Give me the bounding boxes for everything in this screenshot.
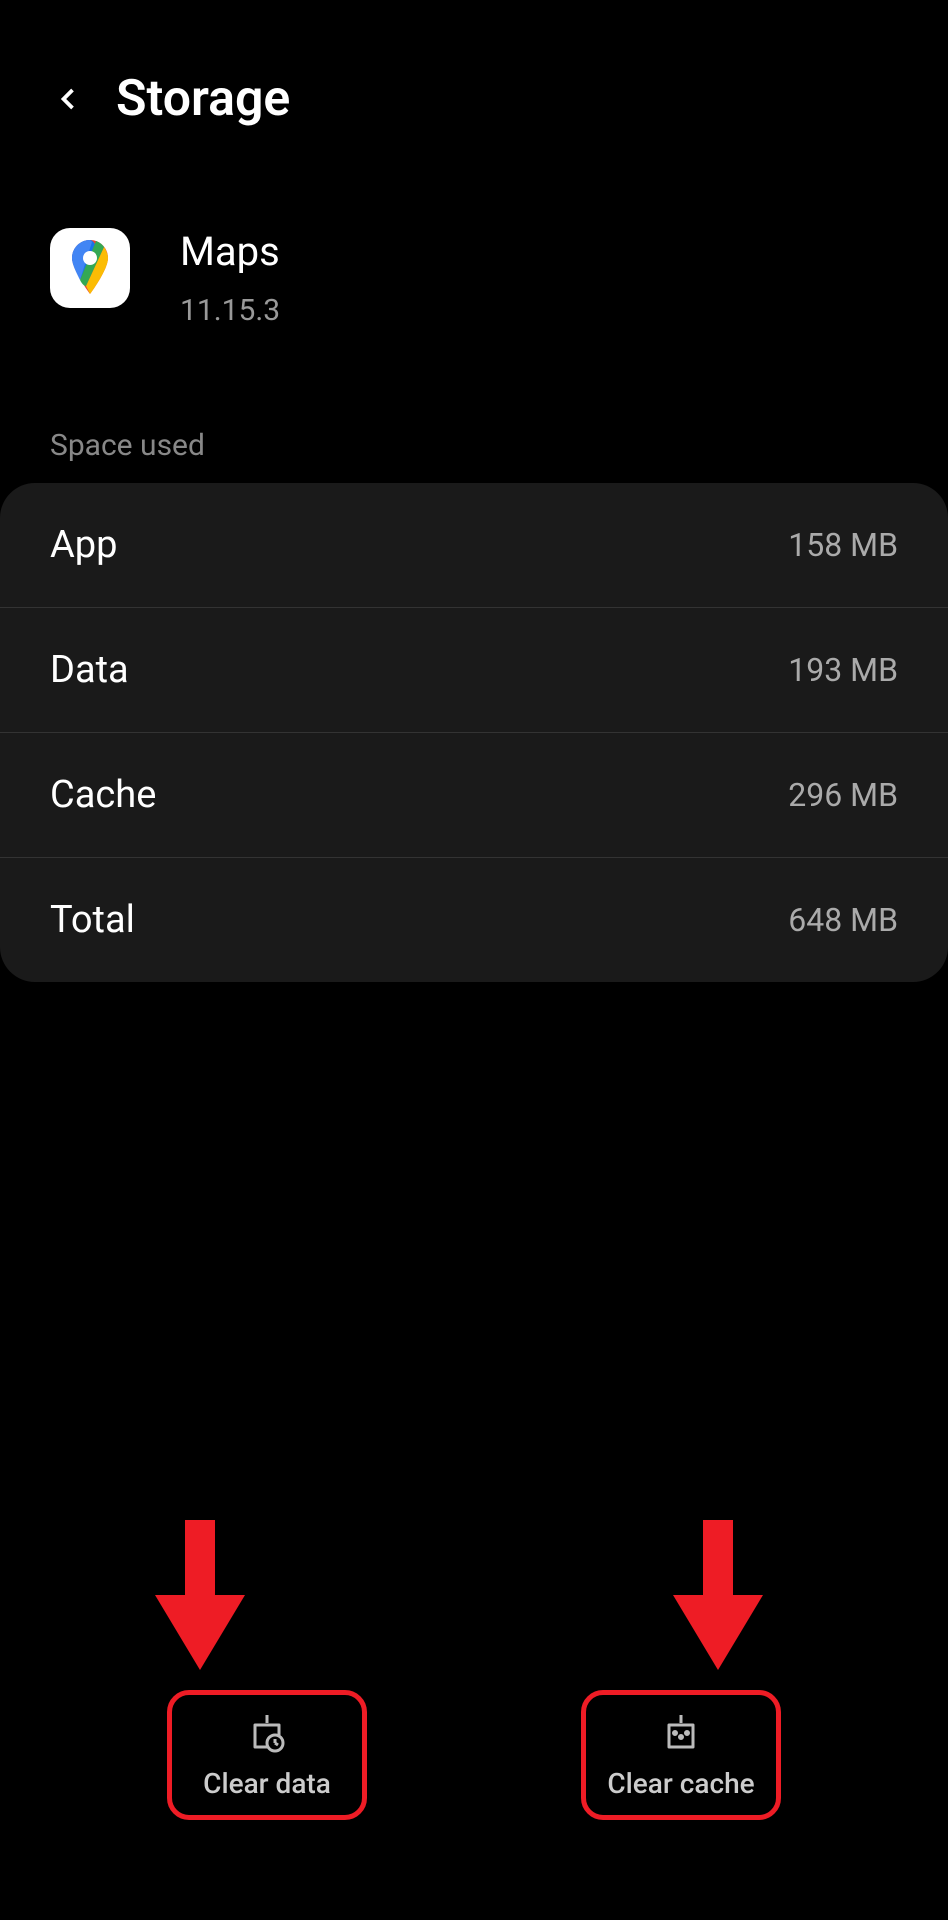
app-version: 11.15.3: [180, 293, 280, 328]
app-name: Maps: [180, 228, 280, 275]
maps-pin-icon: [65, 238, 115, 298]
clear-cache-icon: [659, 1711, 703, 1755]
section-label: Space used: [0, 368, 948, 483]
clear-cache-label: Clear cache: [607, 1767, 754, 1800]
header: Storage: [0, 0, 948, 168]
storage-row-data: Data 193 MB: [0, 608, 948, 733]
app-icon: [50, 228, 130, 308]
storage-value: 648 MB: [788, 901, 898, 939]
app-details: Maps 11.15.3: [180, 228, 280, 328]
page-title: Storage: [116, 70, 290, 128]
storage-row-total: Total 648 MB: [0, 858, 948, 982]
back-icon[interactable]: [50, 81, 86, 117]
clear-cache-button[interactable]: Clear cache: [581, 1690, 781, 1820]
storage-row-cache: Cache 296 MB: [0, 733, 948, 858]
annotation-arrow-left: [145, 1520, 255, 1670]
storage-label: Cache: [50, 773, 156, 817]
storage-value: 158 MB: [788, 526, 898, 564]
storage-card: App 158 MB Data 193 MB Cache 296 MB Tota…: [0, 483, 948, 982]
storage-value: 193 MB: [788, 651, 898, 689]
storage-label: App: [50, 523, 117, 567]
clear-data-icon: [245, 1711, 289, 1755]
annotation-arrow-right: [663, 1520, 773, 1670]
storage-row-app: App 158 MB: [0, 483, 948, 608]
clear-data-label: Clear data: [203, 1767, 331, 1800]
bottom-bar: Clear data Clear cache: [0, 1690, 948, 1820]
storage-label: Data: [50, 648, 129, 692]
storage-value: 296 MB: [788, 776, 898, 814]
clear-data-button[interactable]: Clear data: [167, 1690, 367, 1820]
storage-label: Total: [50, 898, 135, 942]
app-info: Maps 11.15.3: [0, 168, 948, 368]
